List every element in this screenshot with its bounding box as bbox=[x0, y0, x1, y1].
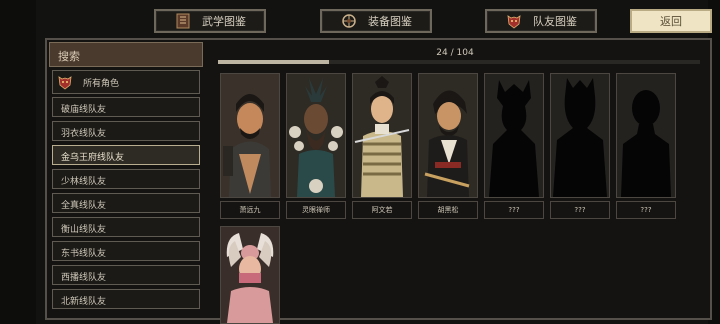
sidebar-item-quanzhen[interactable]: 全真线队友 bbox=[52, 193, 200, 213]
sidebar-item-dongshu[interactable]: 东书线队友 bbox=[52, 241, 200, 261]
character-card[interactable] bbox=[220, 226, 280, 324]
equipment-compass-icon bbox=[340, 13, 358, 29]
locked-silhouette bbox=[551, 74, 609, 197]
tab-label: 队友图鉴 bbox=[533, 15, 577, 28]
tab-martial-arts-codex[interactable]: 武学图鉴 bbox=[154, 9, 266, 33]
sidebar-item-xibo[interactable]: 西播线队友 bbox=[52, 265, 200, 285]
locked-silhouette bbox=[485, 74, 543, 197]
character-name: ??? bbox=[550, 201, 610, 219]
sidebar-item-all-characters[interactable]: 所有角色 bbox=[52, 70, 200, 94]
sidebar-item-shaolin[interactable]: 少林线队友 bbox=[52, 169, 200, 189]
character-card-locked[interactable] bbox=[616, 73, 676, 198]
collection-counter: 24 / 104 bbox=[436, 48, 474, 58]
character-card-locked[interactable] bbox=[550, 73, 610, 198]
character-card[interactable] bbox=[286, 73, 346, 198]
demon-mask-icon bbox=[57, 74, 73, 90]
character-name: ??? bbox=[616, 201, 676, 219]
martial-book-icon bbox=[174, 13, 192, 29]
sidebar-item-label: 所有角色 bbox=[83, 78, 120, 89]
locked-silhouette bbox=[617, 74, 675, 197]
sidebar-item-poshrine[interactable]: 破庙线队友 bbox=[52, 97, 200, 117]
sidebar-item-jinwu[interactable]: 金乌王府线队友 bbox=[52, 145, 200, 165]
character-name: 胡黑松 bbox=[418, 201, 478, 219]
character-name: ??? bbox=[484, 201, 544, 219]
search-input[interactable]: 搜索 bbox=[49, 42, 203, 67]
tab-equipment-codex[interactable]: 装备图鉴 bbox=[320, 9, 432, 33]
progress-fill bbox=[218, 60, 329, 64]
character-portrait bbox=[287, 74, 345, 197]
collection-progress-bar bbox=[218, 60, 700, 64]
character-portrait bbox=[419, 74, 477, 197]
left-edge bbox=[0, 0, 36, 324]
character-portrait bbox=[353, 74, 411, 197]
character-card[interactable] bbox=[220, 73, 280, 198]
character-name: 萧远九 bbox=[220, 201, 280, 219]
sidebar-item-hengshan[interactable]: 衡山线队友 bbox=[52, 217, 200, 237]
character-name: 灵眼禅师 bbox=[286, 201, 346, 219]
character-card[interactable] bbox=[352, 73, 412, 198]
tab-teammate-codex[interactable]: 队友图鉴 bbox=[485, 9, 597, 33]
sidebar-item-beixin[interactable]: 北新线队友 bbox=[52, 289, 200, 309]
demon-mask-icon bbox=[505, 13, 523, 29]
character-card[interactable] bbox=[418, 73, 478, 198]
back-button[interactable]: 返回 bbox=[630, 9, 712, 33]
sidebar-item-yuyi[interactable]: 羽衣线队友 bbox=[52, 121, 200, 141]
tab-label: 装备图鉴 bbox=[368, 15, 412, 28]
character-portrait bbox=[221, 227, 279, 323]
tab-label: 武学图鉴 bbox=[202, 15, 246, 28]
character-name: 阿文若 bbox=[352, 201, 412, 219]
character-portrait bbox=[221, 74, 279, 197]
character-card-locked[interactable] bbox=[484, 73, 544, 198]
